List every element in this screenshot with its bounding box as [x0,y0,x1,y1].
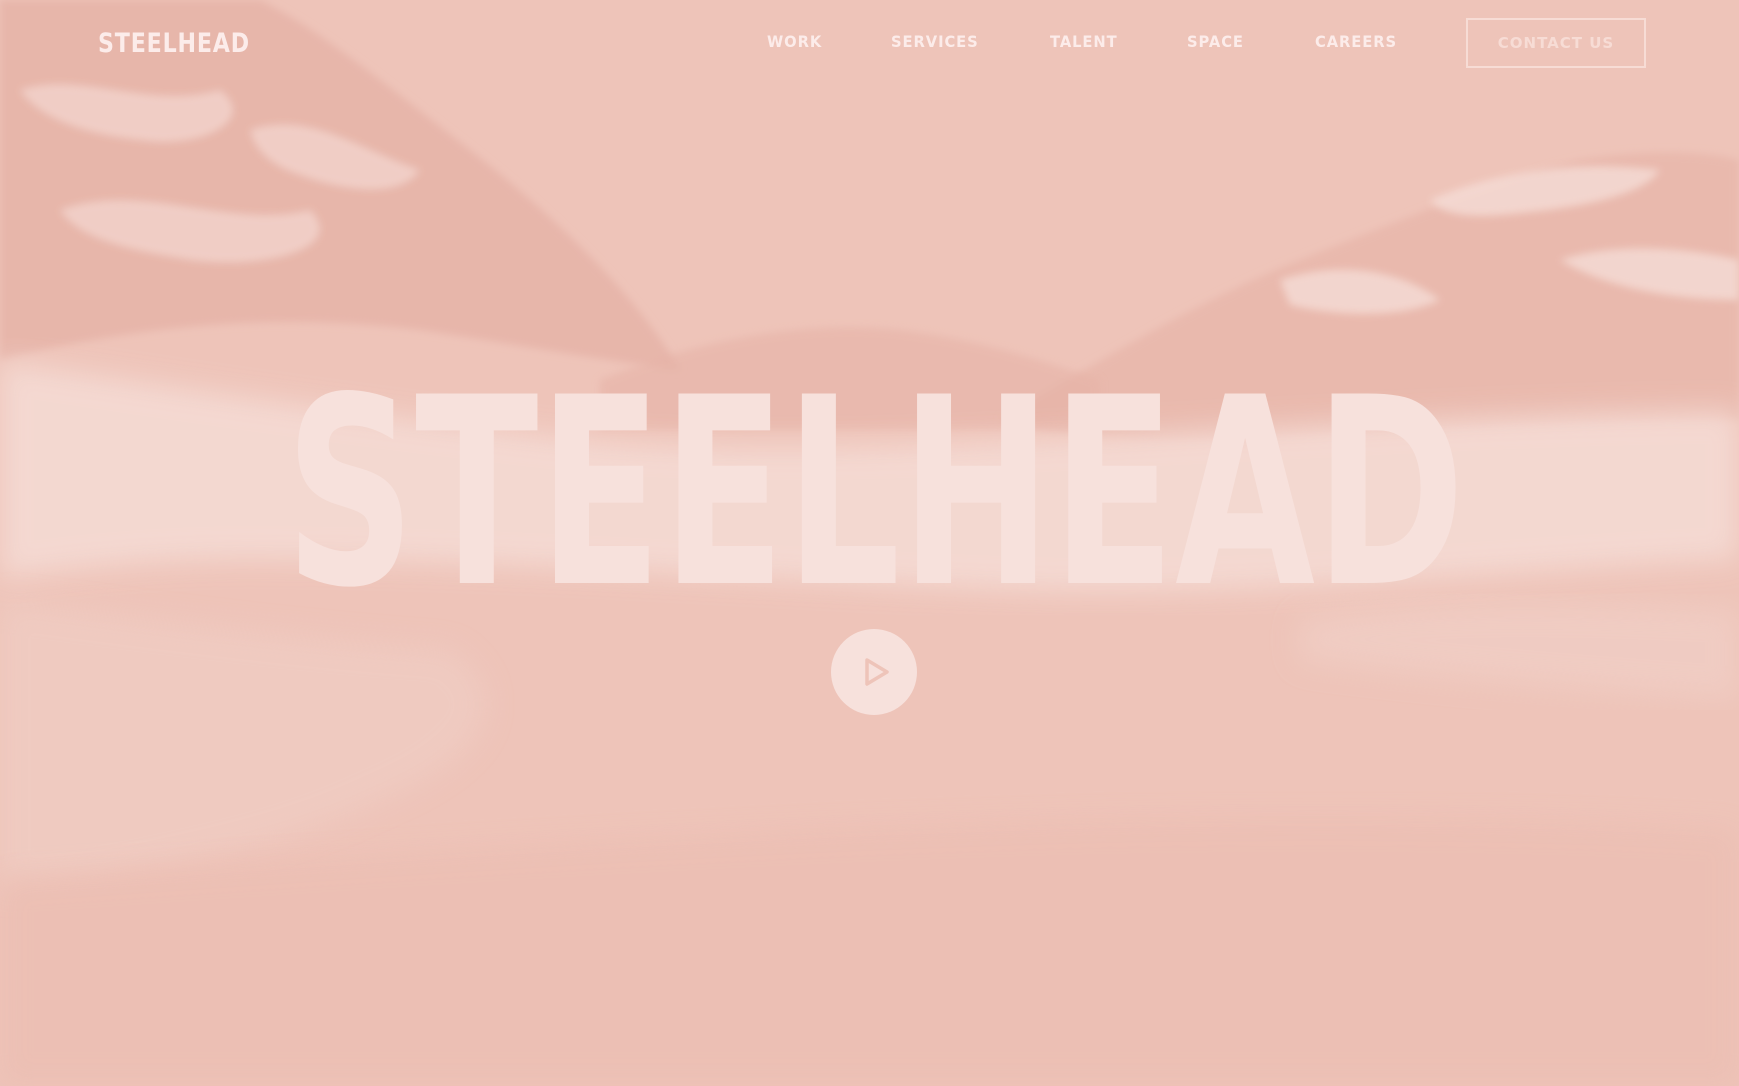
nav-item-space[interactable]: SPACE [1187,32,1244,52]
site-logo[interactable]: STEELHEAD [98,28,250,60]
play-icon [865,658,889,686]
top-navigation: STEELHEAD WORK SERVICES TALENT SPACE CAR… [0,0,1739,90]
nav-item-careers[interactable]: CAREERS [1315,32,1397,52]
hero-wordmark: STEELHEAD [285,355,1465,595]
nav-item-work[interactable]: WORK [767,32,822,52]
hero-section: STEELHEAD WORK SERVICES TALENT SPACE CAR… [0,0,1739,1086]
hero-wordmark-text: STEELHEAD [285,355,1465,595]
play-video-button[interactable] [831,629,917,715]
nav-item-talent[interactable]: TALENT [1050,32,1118,52]
contact-us-button[interactable]: CONTACT US [1466,18,1646,68]
nav-item-services[interactable]: SERVICES [891,32,979,52]
